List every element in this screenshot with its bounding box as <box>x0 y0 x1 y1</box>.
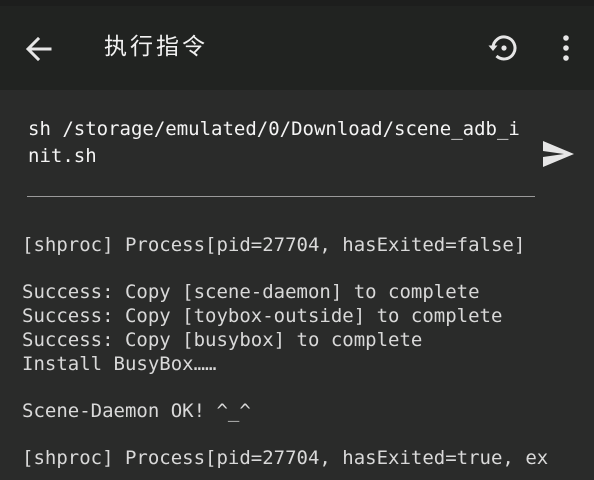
command-output: [shproc] Process[pid=27704, hasExited=fa… <box>22 234 594 471</box>
history-icon[interactable] <box>487 31 521 65</box>
output-line: Scene-Daemon OK! ^_^ <box>22 399 251 422</box>
back-arrow-icon[interactable] <box>24 34 54 64</box>
send-icon[interactable] <box>540 139 576 169</box>
page-title: 执行指令 <box>104 34 208 60</box>
output-line: Success: Copy [scene-daemon] to complete <box>22 281 480 304</box>
input-underline <box>27 196 535 197</box>
status-bar <box>0 0 594 6</box>
app-bar: 执行指令 <box>0 0 594 90</box>
execute-command-screen: 执行指令 sh /storage/emulated/0/Download/sce… <box>0 0 594 480</box>
output-line: [shproc] Process[pid=27704, hasExited=fa… <box>22 234 526 256</box>
output-line: Install BusyBox…… <box>22 352 217 375</box>
command-input[interactable]: sh /storage/emulated/0/Download/scene_ad… <box>28 116 528 170</box>
output-line: [shproc] Process[pid=27704, hasExited=tr… <box>22 447 549 470</box>
output-line: Success: Copy [busybox] to complete <box>22 328 423 351</box>
more-options-icon[interactable] <box>553 33 579 63</box>
output-line: Success: Copy [toybox-outside] to comple… <box>22 305 503 328</box>
